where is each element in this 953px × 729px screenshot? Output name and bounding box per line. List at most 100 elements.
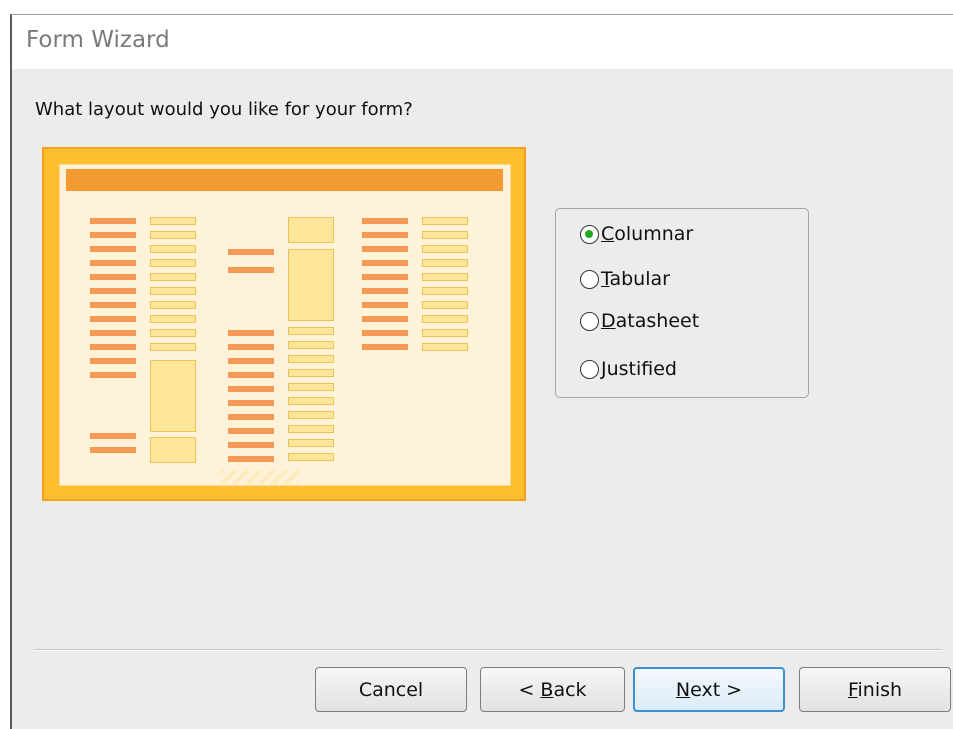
preview-field-box [422, 343, 468, 351]
preview-label-bar [362, 330, 408, 336]
preview-field-box [288, 217, 334, 243]
preview-field-box [422, 231, 468, 239]
preview-field-box [150, 315, 196, 323]
preview-decoration [220, 470, 300, 484]
radio-columnar[interactable] [580, 224, 599, 244]
preview-field-box [288, 369, 334, 377]
preview-label-bar [362, 344, 408, 350]
preview-field-box [288, 327, 334, 335]
layout-question: What layout would you like for your form… [35, 99, 413, 120]
preview-field-box [150, 437, 196, 463]
finish-button[interactable]: Finish [799, 667, 951, 712]
preview-field-box [150, 329, 196, 337]
preview-field-box [150, 259, 196, 267]
next-button[interactable]: Next > [633, 667, 785, 712]
footer-separator [34, 649, 942, 651]
preview-label-bar [362, 288, 408, 294]
preview-field-box [150, 301, 196, 309]
preview-label-bar [228, 400, 274, 406]
form-wizard-window: Form Wizard What layout would you like f… [10, 14, 953, 729]
preview-field-box [150, 231, 196, 239]
preview-label-bar [362, 302, 408, 308]
preview-field-box [150, 245, 196, 253]
preview-field-box [288, 397, 334, 405]
preview-label-bar [228, 442, 274, 448]
preview-field-box [422, 217, 468, 225]
preview-label-bar [228, 414, 274, 420]
preview-label-bar [362, 218, 408, 224]
preview-field-box [288, 453, 334, 461]
title-bar: Form Wizard [12, 15, 953, 69]
preview-field-box [150, 217, 196, 225]
preview-label-bar [228, 428, 274, 434]
preview-label-bar [90, 274, 136, 280]
layout-options-group: Columnar Tabular Datasheet Justified [555, 208, 809, 398]
option-datasheet[interactable]: Datasheet [580, 310, 699, 332]
back-button[interactable]: < Back [480, 667, 625, 712]
preview-field-box [288, 411, 334, 419]
preview-label-bar [90, 433, 136, 439]
option-justified-label: Justified [601, 358, 677, 380]
option-datasheet-label: Datasheet [601, 310, 700, 332]
preview-field-box [422, 329, 468, 337]
preview-canvas [59, 164, 511, 486]
preview-label-bar [228, 358, 274, 364]
option-tabular[interactable]: Tabular [580, 268, 670, 290]
layout-preview-image [42, 147, 526, 501]
preview-field-box [288, 383, 334, 391]
preview-form-header [66, 169, 503, 191]
next-button-label: Next > [675, 678, 743, 701]
option-columnar[interactable]: Columnar [580, 223, 693, 245]
radio-tabular[interactable] [580, 269, 599, 289]
preview-field-box [150, 273, 196, 281]
option-justified[interactable]: Justified [580, 358, 677, 380]
preview-field-box [150, 343, 196, 351]
preview-label-bar [228, 267, 274, 273]
option-columnar-label: Columnar [601, 223, 694, 245]
preview-label-bar [228, 456, 274, 462]
preview-field-box [422, 245, 468, 253]
finish-button-label: Finish [847, 678, 903, 701]
preview-label-bar [362, 260, 408, 266]
preview-label-bar [90, 232, 136, 238]
preview-field-box [150, 287, 196, 295]
preview-memo-box [150, 360, 196, 432]
preview-label-bar [362, 316, 408, 322]
preview-field-box [422, 301, 468, 309]
preview-label-bar [90, 288, 136, 294]
preview-label-bar [228, 344, 274, 350]
preview-label-bar [90, 330, 136, 336]
preview-field-box [422, 315, 468, 323]
cancel-button-label: Cancel [358, 678, 424, 701]
preview-label-bar [90, 344, 136, 350]
radio-datasheet[interactable] [580, 311, 599, 331]
preview-field-box [288, 341, 334, 349]
preview-label-bar [362, 232, 408, 238]
back-button-label: < Back [518, 678, 587, 701]
preview-label-bar [90, 358, 136, 364]
preview-memo-box [288, 249, 334, 321]
cancel-button[interactable]: Cancel [315, 667, 467, 712]
preview-field-box [288, 355, 334, 363]
preview-label-bar [90, 246, 136, 252]
preview-label-bar [362, 246, 408, 252]
preview-label-bar [90, 372, 136, 378]
preview-field-box [422, 259, 468, 267]
preview-label-bar [362, 274, 408, 280]
option-tabular-label: Tabular [601, 268, 670, 290]
wizard-content: What layout would you like for your form… [12, 69, 953, 729]
preview-label-bar [228, 249, 274, 255]
preview-label-bar [228, 330, 274, 336]
preview-field-box [288, 425, 334, 433]
preview-field-box [288, 439, 334, 447]
preview-label-bar [90, 447, 136, 453]
preview-label-bar [90, 218, 136, 224]
window-title: Form Wizard [26, 27, 170, 53]
preview-field-box [422, 273, 468, 281]
preview-field-box [422, 287, 468, 295]
preview-label-bar [228, 372, 274, 378]
radio-justified[interactable] [580, 359, 599, 379]
preview-label-bar [228, 386, 274, 392]
preview-label-bar [90, 302, 136, 308]
preview-label-bar [90, 316, 136, 322]
